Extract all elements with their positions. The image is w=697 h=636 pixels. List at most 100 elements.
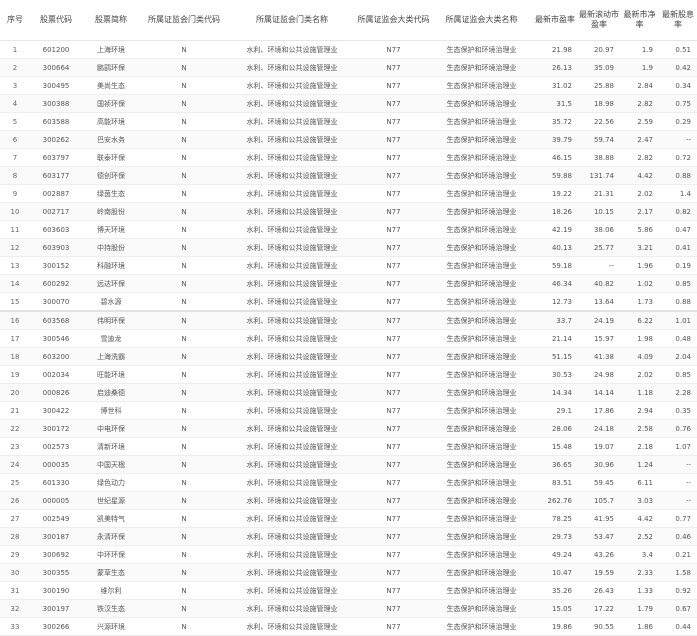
- cell-dividend-yield: 0.77: [659, 509, 697, 528]
- header-ttm-pe[interactable]: 最新滚动市盈率: [578, 0, 620, 41]
- table-row[interactable]: 2 300664 鹏鹞环保 N 水利、环境和公共设施管理业 N77 生态保护和环境治理业 26…: [0, 58, 697, 77]
- table-row[interactable]: 10 002717 岭南股份 N 水利、环境和公共设施管理业 N77 生态保护和环境治理业 1…: [0, 202, 697, 221]
- cell-stock-code: 300266: [30, 617, 82, 636]
- cell-stock-code: 300546: [30, 329, 82, 348]
- table-row[interactable]: 16 603568 伟明环保 N 水利、环境和公共设施管理业 N77 生态保护和环境治理业 3…: [0, 311, 697, 330]
- table-row[interactable]: 15 300070 碧水源 N 水利、环境和公共设施管理业 N77 生态保护和环境治理业 12…: [0, 292, 697, 312]
- cell-major-name: 生态保护和环境治理业: [431, 184, 532, 203]
- cell-major-name: 生态保护和环境治理业: [431, 274, 532, 293]
- table-row[interactable]: 17 300546 雪迪龙 N 水利、环境和公共设施管理业 N77 生态保护和环境治理业 21…: [0, 329, 697, 348]
- header-dividend-yield[interactable]: 最新股息率: [659, 0, 697, 41]
- cell-major-name: 生态保护和环境治理业: [431, 130, 532, 149]
- table-row[interactable]: 21 300422 博世科 N 水利、环境和公共设施管理业 N77 生态保护和环境治理业 29…: [0, 401, 697, 420]
- cell-stock-name: 蒙草生态: [82, 563, 140, 582]
- cell-ttm-pe: 26.43: [578, 581, 620, 600]
- cell-category-name: 水利、环境和公共设施管理业: [228, 329, 356, 348]
- cell-major-name: 生态保护和环境治理业: [431, 401, 532, 420]
- table-row[interactable]: 18 603200 上海洗霸 N 水利、环境和公共设施管理业 N77 生态保护和环境治理业 5…: [0, 347, 697, 366]
- table-row[interactable]: 28 300187 永清环保 N 水利、环境和公共设施管理业 N77 生态保护和环境治理业 2…: [0, 527, 697, 546]
- table-row[interactable]: 1 601200 上海环境 N 水利、环境和公共设施管理业 N77 生态保护和环境治理业 21…: [0, 40, 697, 59]
- cell-major-code: N77: [356, 617, 431, 636]
- cell-ttm-pe: 59.45: [578, 473, 620, 492]
- stock-table-page: { "columns": ["序号","股票代码","股票简称","所属证监会门…: [0, 0, 697, 636]
- table-row[interactable]: 13 300152 科融环境 N 水利、环境和公共设施管理业 N77 生态保护和环境治理业 5…: [0, 256, 697, 275]
- header-major-name[interactable]: 所属证监会大类名称: [431, 0, 532, 41]
- table-row[interactable]: 25 601330 绿色动力 N 水利、环境和公共设施管理业 N77 生态保护和环境治理业 8…: [0, 473, 697, 492]
- cell-stock-name: 中环环保: [82, 545, 140, 564]
- cell-stock-name: 德创环保: [82, 166, 140, 185]
- cell-stock-code: 300355: [30, 563, 82, 582]
- cell-stock-name: 凯美特气: [82, 509, 140, 528]
- header-pe[interactable]: 最新市盈率: [532, 0, 578, 41]
- header-index[interactable]: 序号: [0, 0, 30, 41]
- table-row[interactable]: 30 300355 蒙草生态 N 水利、环境和公共设施管理业 N77 生态保护和环境治理业 1…: [0, 563, 697, 582]
- cell-ttm-pe: 105.7: [578, 491, 620, 510]
- table-row[interactable]: 31 300190 维尔利 N 水利、环境和公共设施管理业 N77 生态保护和环境治理业 35…: [0, 581, 697, 600]
- cell-pb: 1.02: [620, 274, 659, 293]
- header-stock-code[interactable]: 股票代码: [30, 0, 82, 41]
- table-row[interactable]: 26 000005 世纪星源 N 水利、环境和公共设施管理业 N77 生态保护和环境治理业 2…: [0, 491, 697, 510]
- table-row[interactable]: 6 300262 巴安水务 N 水利、环境和公共设施管理业 N77 生态保护和环境治理业 39…: [0, 130, 697, 149]
- table-row[interactable]: 4 300388 国祯环保 N 水利、环境和公共设施管理业 N77 生态保护和环境治理业 31…: [0, 94, 697, 113]
- table-row[interactable]: 20 000826 启迪桑德 N 水利、环境和公共设施管理业 N77 生态保护和环境治理业 1…: [0, 383, 697, 402]
- cell-index: 18: [0, 347, 30, 366]
- cell-stock-name: 旺能环境: [82, 365, 140, 384]
- table-row[interactable]: 19 002034 旺能环境 N 水利、环境和公共设施管理业 N77 生态保护和环境治理业 3…: [0, 365, 697, 384]
- cell-stock-code: 601200: [30, 40, 82, 59]
- cell-index: 9: [0, 184, 30, 203]
- cell-dividend-yield: 0.48: [659, 329, 697, 348]
- table-row[interactable]: 11 603603 博天环境 N 水利、环境和公共设施管理业 N77 生态保护和环境治理业 4…: [0, 220, 697, 239]
- cell-major-name: 生态保护和环境治理业: [431, 437, 532, 456]
- cell-major-code: N77: [356, 329, 431, 348]
- cell-category-code: N: [140, 58, 228, 77]
- cell-stock-code: 300190: [30, 581, 82, 600]
- cell-pe: 59.18: [532, 256, 578, 275]
- cell-major-code: N77: [356, 545, 431, 564]
- cell-ttm-pe: 38.88: [578, 148, 620, 167]
- table-row[interactable]: 27 002549 凯美特气 N 水利、环境和公共设施管理业 N77 生态保护和环境治理业 7…: [0, 509, 697, 528]
- cell-ttm-pe: 17.22: [578, 599, 620, 618]
- cell-dividend-yield: 2.04: [659, 347, 697, 366]
- cell-major-name: 生态保护和环境治理业: [431, 256, 532, 275]
- cell-major-name: 生态保护和环境治理业: [431, 292, 532, 312]
- cell-pb: 2.94: [620, 401, 659, 420]
- cell-ttm-pe: 41.38: [578, 347, 620, 366]
- cell-index: 20: [0, 383, 30, 402]
- cell-category-code: N: [140, 292, 228, 312]
- cell-major-code: N77: [356, 112, 431, 131]
- cell-pb: 2.18: [620, 437, 659, 456]
- cell-ttm-pe: 22.56: [578, 112, 620, 131]
- table-row[interactable]: 3 300495 美尚生态 N 水利、环境和公共设施管理业 N77 生态保护和环境治理业 31…: [0, 76, 697, 95]
- table-row[interactable]: 32 300197 铁汉生态 N 水利、环境和公共设施管理业 N77 生态保护和环境治理业 1…: [0, 599, 697, 618]
- table-row[interactable]: 9 002887 绿茵生态 N 水利、环境和公共设施管理业 N77 生态保护和环境治理业 19…: [0, 184, 697, 203]
- cell-ttm-pe: 21.31: [578, 184, 620, 203]
- header-stock-name[interactable]: 股票简称: [82, 0, 140, 41]
- table-row[interactable]: 12 603903 中持股份 N 水利、环境和公共设施管理业 N77 生态保护和环境治理业 4…: [0, 238, 697, 257]
- table-row[interactable]: 23 002573 清新环境 N 水利、环境和公共设施管理业 N77 生态保护和环境治理业 1…: [0, 437, 697, 456]
- table-row[interactable]: 7 603797 联泰环保 N 水利、环境和公共设施管理业 N77 生态保护和环境治理业 46…: [0, 148, 697, 167]
- cell-pb: 2.59: [620, 112, 659, 131]
- table-row[interactable]: 5 603588 高能环境 N 水利、环境和公共设施管理业 N77 生态保护和环境治理业 35…: [0, 112, 697, 131]
- cell-stock-name: 雪迪龙: [82, 329, 140, 348]
- table-row[interactable]: 33 300266 兴源环境 N 水利、环境和公共设施管理业 N77 生态保护和环境治理业 1…: [0, 617, 697, 636]
- cell-dividend-yield: 2.28: [659, 383, 697, 402]
- cell-pe: 15.48: [532, 437, 578, 456]
- cell-pb: 2.82: [620, 148, 659, 167]
- table-row[interactable]: 14 600292 远达环保 N 水利、环境和公共设施管理业 N77 生态保护和环境治理业 4…: [0, 274, 697, 293]
- table-row[interactable]: 22 300172 中电环保 N 水利、环境和公共设施管理业 N77 生态保护和环境治理业 2…: [0, 419, 697, 438]
- cell-dividend-yield: 0.44: [659, 617, 697, 636]
- header-category-code[interactable]: 所属证监会门类代码: [140, 0, 228, 41]
- cell-category-code: N: [140, 40, 228, 59]
- header-major-code[interactable]: 所属证监会大类代码: [356, 0, 431, 41]
- header-pb[interactable]: 最新市净率: [620, 0, 659, 41]
- cell-category-name: 水利、环境和公共设施管理业: [228, 292, 356, 312]
- cell-stock-name: 伟明环保: [82, 311, 140, 330]
- table-row[interactable]: 8 603177 德创环保 N 水利、环境和公共设施管理业 N77 生态保护和环境治理业 59…: [0, 166, 697, 185]
- cell-major-name: 生态保护和环境治理业: [431, 220, 532, 239]
- cell-major-code: N77: [356, 148, 431, 167]
- cell-major-code: N77: [356, 184, 431, 203]
- header-category-name[interactable]: 所属证监会门类名称: [228, 0, 356, 41]
- cell-category-code: N: [140, 599, 228, 618]
- table-row[interactable]: 29 300692 中环环保 N 水利、环境和公共设施管理业 N77 生态保护和环境治理业 4…: [0, 545, 697, 564]
- table-row[interactable]: 24 000035 中国天楹 N 水利、环境和公共设施管理业 N77 生态保护和环境治理业 3…: [0, 455, 697, 474]
